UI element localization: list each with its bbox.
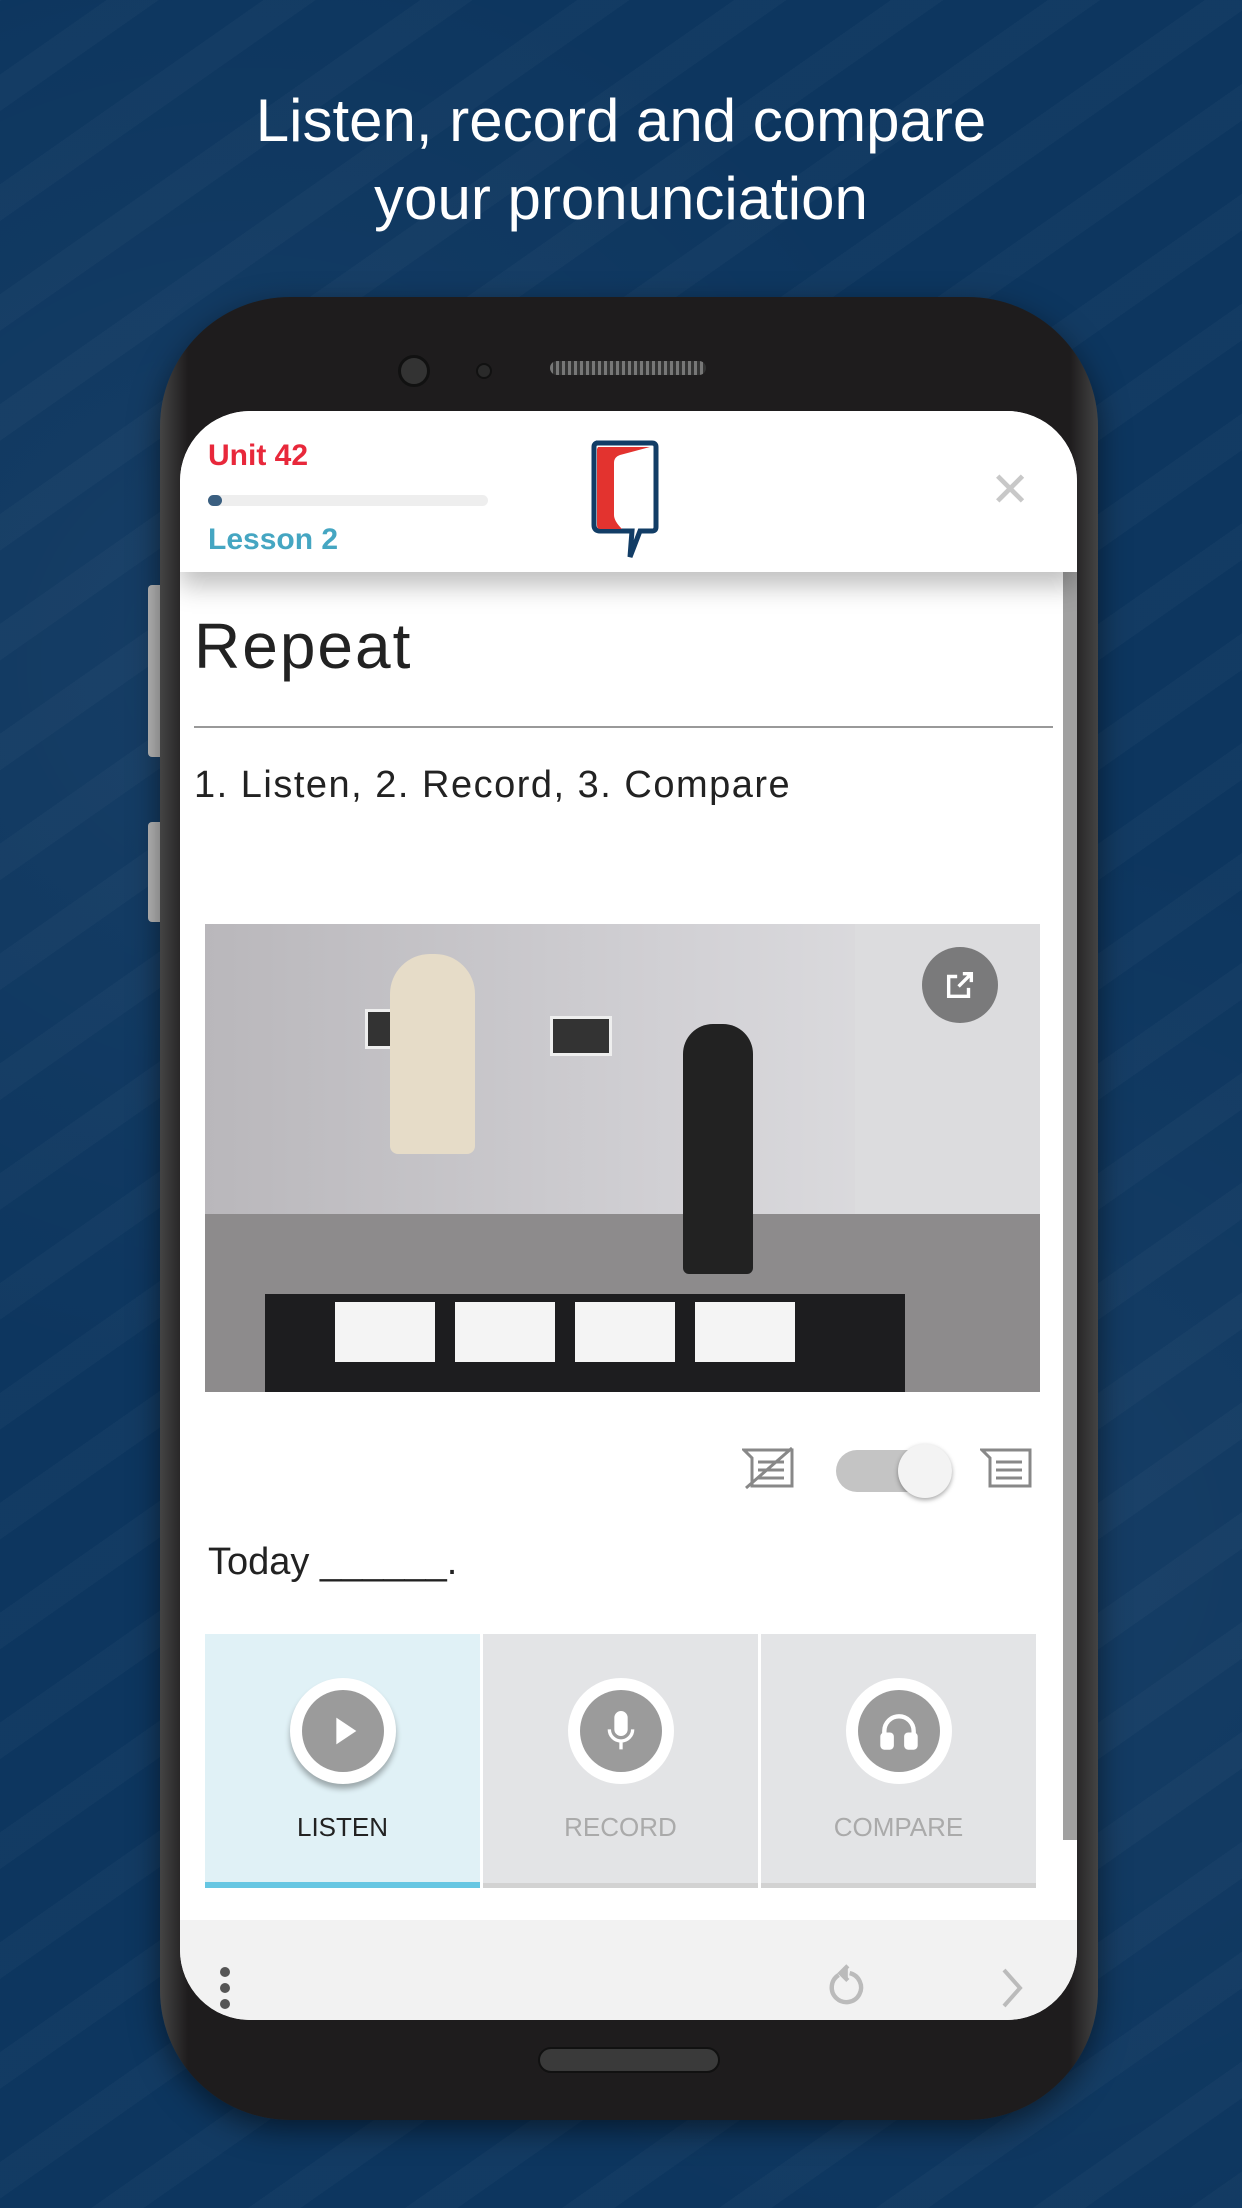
unit-label: Unit 42 bbox=[208, 439, 309, 472]
home-button bbox=[538, 2047, 720, 2073]
play-icon bbox=[335, 1717, 356, 1745]
sensor bbox=[476, 363, 492, 379]
lesson-progress-bar bbox=[208, 495, 488, 506]
transcript-icon[interactable] bbox=[980, 1446, 1034, 1490]
record-inner bbox=[579, 1690, 662, 1772]
divider bbox=[194, 726, 1053, 728]
compare-circle bbox=[845, 1678, 952, 1784]
listen-button[interactable]: LISTEN bbox=[205, 1634, 480, 1888]
record-circle bbox=[567, 1678, 674, 1784]
camera bbox=[398, 355, 430, 387]
lesson-header: Unit 42 Lesson 2 ✕ bbox=[180, 411, 1077, 572]
record-button[interactable]: RECORD bbox=[483, 1634, 758, 1888]
external-link-icon bbox=[946, 971, 974, 999]
video-picture-frame bbox=[550, 1016, 612, 1056]
lesson-progress-fill bbox=[208, 495, 222, 506]
video-person-man bbox=[390, 954, 475, 1154]
expand-video-button[interactable] bbox=[922, 947, 998, 1023]
listen-inner bbox=[301, 1690, 384, 1772]
bottom-bar bbox=[180, 1920, 1077, 2020]
headphones-icon bbox=[879, 1714, 918, 1750]
more-vertical-icon[interactable] bbox=[218, 1966, 232, 2010]
transcript-toggle[interactable] bbox=[836, 1444, 952, 1498]
toggle-knob[interactable] bbox=[898, 1444, 952, 1498]
app-screen: Unit 42 Lesson 2 ✕ Repeat 1. Listen, 2. … bbox=[180, 411, 1077, 2020]
replay-icon[interactable] bbox=[824, 1962, 868, 2010]
headline: Listen, record and compare your pronunci… bbox=[0, 82, 1242, 238]
chevron-right-icon[interactable] bbox=[1000, 1966, 1026, 2010]
listen-circle bbox=[289, 1678, 396, 1784]
transcript-off-icon[interactable] bbox=[742, 1446, 796, 1490]
speaker-grille bbox=[550, 361, 706, 375]
listen-label: LISTEN bbox=[296, 1812, 389, 1842]
record-label: RECORD bbox=[564, 1812, 677, 1842]
action-panel: LISTEN RECORD COMPARE bbox=[205, 1634, 1036, 1888]
microphone-icon bbox=[607, 1711, 634, 1750]
video-player[interactable] bbox=[205, 924, 1040, 1392]
transcript-controls bbox=[180, 1436, 1077, 1498]
lesson-label: Lesson 2 bbox=[208, 523, 339, 556]
exercise-instructions: 1. Listen, 2. Record, 3. Compare bbox=[194, 764, 792, 806]
video-papers bbox=[335, 1302, 815, 1362]
headline-line-2: your pronunciation bbox=[374, 165, 868, 232]
scrollbar[interactable] bbox=[1063, 572, 1077, 1840]
prompt-sentence: Today ______. bbox=[208, 1541, 458, 1583]
video-person-woman bbox=[683, 1024, 753, 1274]
brand-logo bbox=[591, 440, 659, 558]
compare-button[interactable]: COMPARE bbox=[761, 1634, 1036, 1888]
headline-line-1: Listen, record and compare bbox=[255, 87, 987, 154]
exercise-title: Repeat bbox=[194, 610, 413, 682]
close-icon[interactable]: ✕ bbox=[990, 467, 1030, 515]
compare-inner bbox=[857, 1690, 940, 1772]
compare-label: COMPARE bbox=[833, 1812, 964, 1842]
